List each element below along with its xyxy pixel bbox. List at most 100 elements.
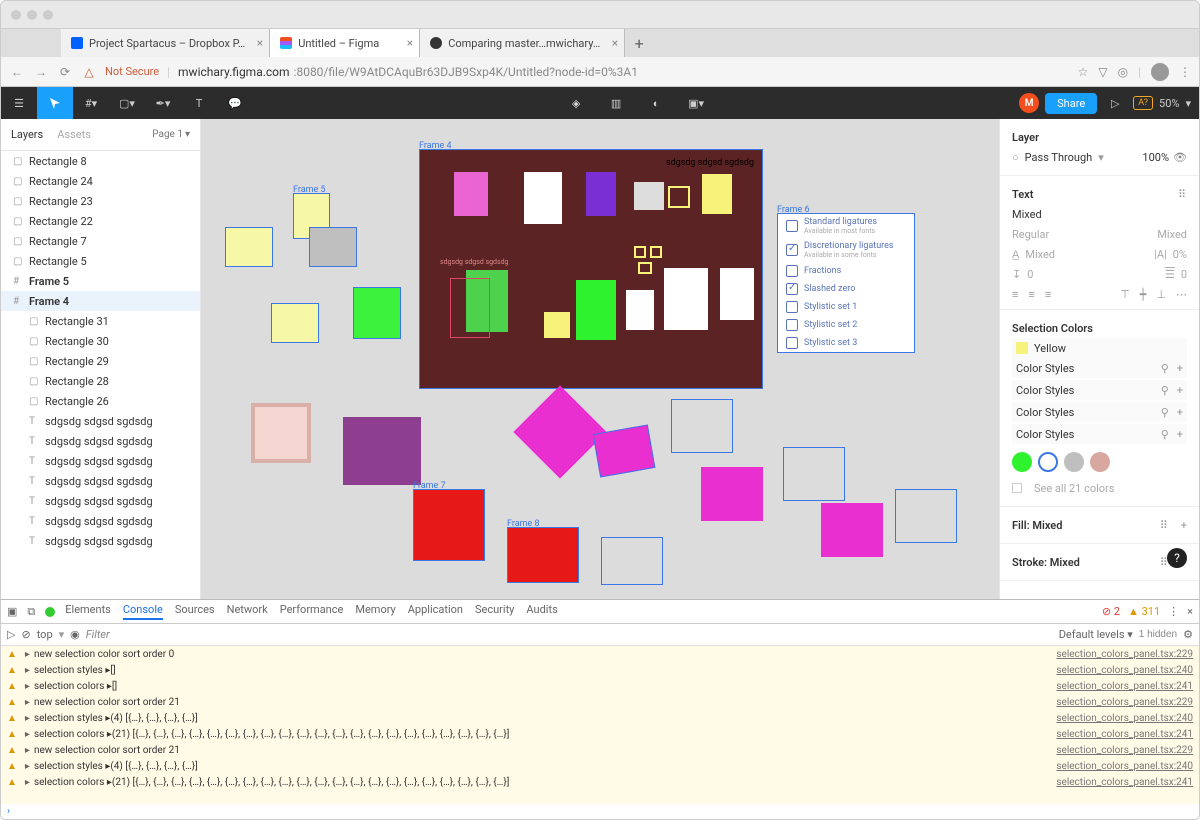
shape[interactable]: [251, 403, 311, 463]
color-circle[interactable]: [1038, 452, 1058, 472]
layer-row[interactable]: ▢Rectangle 7: [1, 231, 200, 251]
checkbox[interactable]: [786, 301, 798, 313]
shape[interactable]: [507, 527, 579, 583]
font-weight[interactable]: Regular: [1012, 228, 1049, 241]
sliders-icon[interactable]: ⚲: [1161, 428, 1169, 441]
levels-select[interactable]: Default levels ▾: [1059, 628, 1133, 641]
eye-icon[interactable]: 👁: [1173, 151, 1187, 164]
layer-row[interactable]: Tsdgsdg sdgsd sgdsdg: [1, 531, 200, 551]
color-styles-row[interactable]: Color Styles⚲+: [1012, 424, 1187, 444]
shape-tool[interactable]: ▢▾: [109, 87, 145, 119]
shape[interactable]: [353, 287, 401, 339]
shape[interactable]: [454, 172, 488, 216]
source-link[interactable]: selection_colors_panel.tsx:229: [1056, 649, 1193, 660]
color-swatch[interactable]: [1016, 342, 1028, 354]
checkbox[interactable]: [786, 283, 798, 295]
text-tool[interactable]: T: [181, 87, 217, 119]
clear-icon[interactable]: ⊘: [21, 628, 30, 641]
add-icon[interactable]: +: [1177, 362, 1183, 375]
tab-assets[interactable]: Assets: [57, 128, 105, 141]
layer-row[interactable]: ▢Rectangle 5: [1, 251, 200, 271]
shape[interactable]: [668, 186, 690, 208]
valign-mid-icon[interactable]: ┿: [1140, 288, 1147, 301]
filter-input[interactable]: Filter: [86, 628, 1053, 641]
close-icon[interactable]: ×: [407, 36, 413, 50]
blend-mode[interactable]: Pass Through: [1025, 151, 1093, 164]
blend-icon[interactable]: ○: [1012, 151, 1019, 164]
shape[interactable]: [664, 268, 708, 330]
menu-icon[interactable]: ⋮: [1179, 65, 1191, 79]
tab-layers[interactable]: Layers: [11, 128, 57, 141]
checkbox[interactable]: [786, 265, 798, 277]
shape[interactable]: [634, 246, 646, 258]
zoom-level[interactable]: 50%: [1159, 97, 1179, 110]
devtools-tab-console[interactable]: Console: [123, 603, 163, 620]
filter-toggle-icon[interactable]: ◉: [70, 628, 80, 641]
devtools-tab-audits[interactable]: Audits: [526, 603, 557, 620]
sliders-icon[interactable]: ⚲: [1161, 384, 1169, 397]
layer-row[interactable]: Tsdgsdg sdgsd sgdsdg: [1, 471, 200, 491]
layer-row[interactable]: ▢Rectangle 29: [1, 351, 200, 371]
layer-row[interactable]: #Frame 5: [1, 271, 200, 291]
shape[interactable]: [634, 182, 664, 210]
sliders-icon[interactable]: ⚲: [1161, 406, 1169, 419]
shape[interactable]: [576, 280, 616, 340]
more-icon[interactable]: ⋯: [1176, 288, 1187, 301]
add-icon[interactable]: +: [1177, 384, 1183, 397]
new-tab-button[interactable]: +: [625, 29, 653, 57]
contrast-icon[interactable]: ◐: [638, 87, 674, 119]
checkbox[interactable]: [786, 244, 798, 256]
close-icon[interactable]: ×: [257, 36, 263, 50]
shape[interactable]: [626, 290, 654, 330]
present-icon[interactable]: ▷: [1103, 97, 1127, 110]
shape[interactable]: [601, 537, 663, 585]
page-selector[interactable]: Page 1▾: [152, 129, 190, 140]
shape[interactable]: [895, 489, 957, 543]
shape[interactable]: [638, 262, 652, 274]
source-link[interactable]: selection_colors_panel.tsx:241: [1056, 729, 1193, 740]
frame-4[interactable]: sdgsdg sdgsd sgdsdg sdgsdg sdgsd sgdsdg: [419, 149, 763, 389]
checkbox[interactable]: [786, 220, 798, 232]
add-icon[interactable]: +: [1177, 406, 1183, 419]
url-input[interactable]: mwichary.figma.com :8080/file/W9AtDCAquB…: [178, 65, 1070, 79]
shield-icon[interactable]: ▽: [1098, 65, 1107, 79]
user-avatar[interactable]: M: [1019, 93, 1039, 113]
inspect-icon[interactable]: ▣: [7, 605, 17, 618]
help-button[interactable]: ?: [1167, 548, 1187, 568]
source-link[interactable]: selection_colors_panel.tsx:229: [1056, 745, 1193, 756]
shape[interactable]: [821, 503, 883, 557]
source-link[interactable]: selection_colors_panel.tsx:241: [1056, 777, 1193, 788]
layer-row[interactable]: ▢Rectangle 23: [1, 191, 200, 211]
play-icon[interactable]: ▷: [7, 628, 15, 641]
shape[interactable]: [702, 174, 732, 214]
comment-tool[interactable]: 💬: [217, 87, 253, 119]
add-icon[interactable]: +: [1177, 428, 1183, 441]
shape[interactable]: [524, 172, 562, 224]
traffic-light-min[interactable]: [27, 10, 37, 20]
frame-tool[interactable]: #▾: [73, 87, 109, 119]
traffic-light-max[interactable]: [43, 10, 53, 20]
browser-tab-0[interactable]: Project Spartacus – Dropbox P… ×: [61, 29, 270, 57]
info-icon[interactable]: ◎: [1118, 65, 1128, 79]
shape[interactable]: [450, 278, 490, 338]
forward-icon[interactable]: →: [33, 65, 49, 79]
reload-icon[interactable]: ⟳: [57, 65, 73, 79]
layer-row[interactable]: Tsdgsdg sdgsd sgdsdg: [1, 411, 200, 431]
devtools-tab-elements[interactable]: Elements: [65, 603, 111, 620]
layer-row[interactable]: Tsdgsdg sdgsd sgdsdg: [1, 451, 200, 471]
shape[interactable]: [513, 385, 606, 478]
move-tool[interactable]: [37, 87, 73, 119]
layer-row[interactable]: Tsdgsdg sdgsd sgdsdg: [1, 511, 200, 531]
canvas[interactable]: Frame 5 Frame 4 sdgsdg sdgsd sgdsd: [201, 119, 999, 599]
checkbox[interactable]: [1012, 483, 1022, 493]
devtools-tab-sources[interactable]: Sources: [175, 603, 215, 620]
gear-icon[interactable]: ⚙: [1183, 628, 1193, 641]
devtools-tab-security[interactable]: Security: [475, 603, 514, 620]
layer-row[interactable]: ▢Rectangle 8: [1, 151, 200, 171]
source-link[interactable]: selection_colors_panel.tsx:240: [1056, 665, 1193, 676]
sliders-icon[interactable]: ⚲: [1161, 362, 1169, 375]
boolean-icon[interactable]: ▣▾: [678, 87, 714, 119]
shape[interactable]: [343, 417, 421, 485]
a11y-badge[interactable]: A?: [1133, 96, 1153, 110]
frame-6[interactable]: Standard ligaturesAvailable in most font…: [777, 213, 915, 353]
